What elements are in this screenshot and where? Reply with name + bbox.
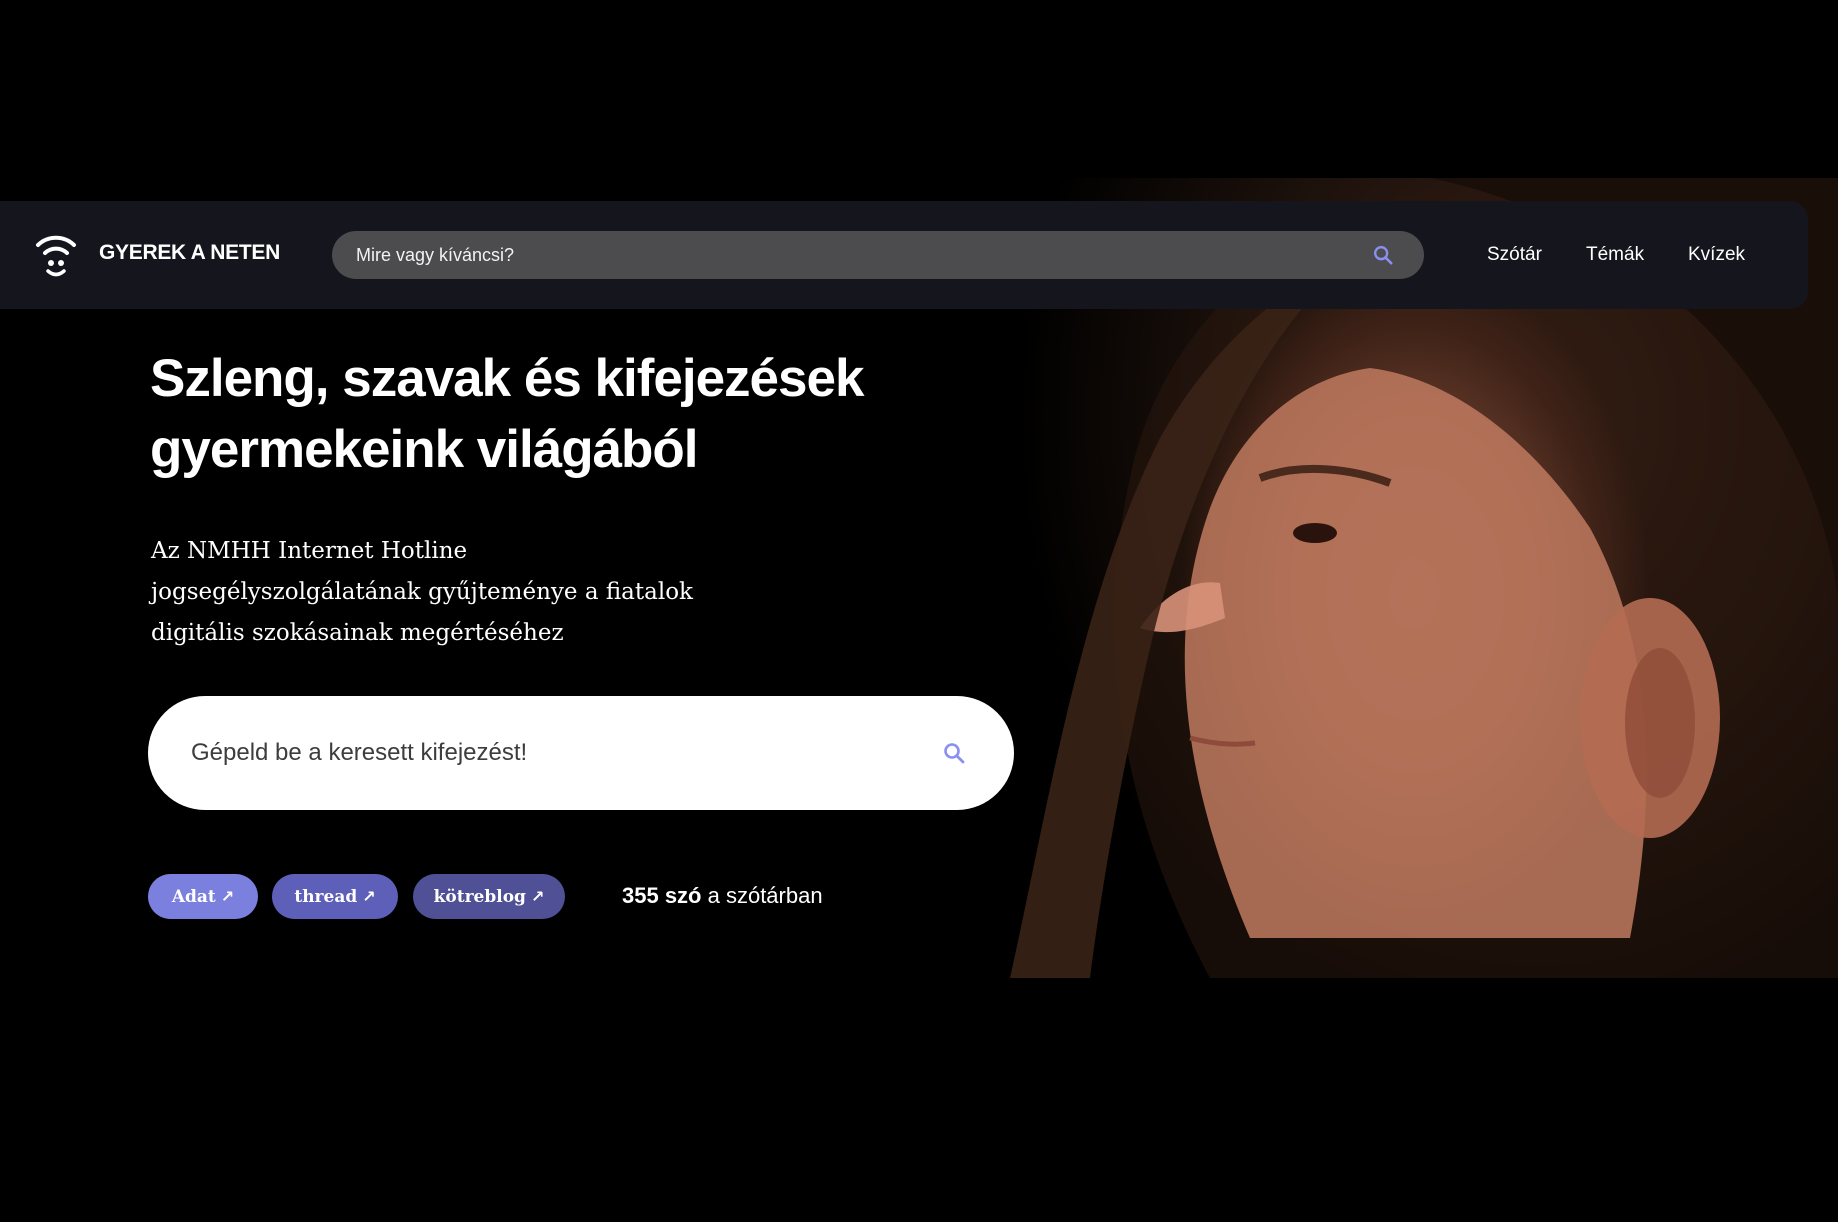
tag-button-kotreblog[interactable]: kötreblog ↗ <box>413 874 565 919</box>
tag-label: thread <box>294 887 358 907</box>
nav-link-temak[interactable]: Témák <box>1586 243 1644 267</box>
logo-text[interactable]: GYEREK A NETEN <box>99 239 280 267</box>
nav-link-szotar[interactable]: Szótár <box>1487 243 1542 267</box>
search-icon[interactable] <box>942 741 966 765</box>
hero-title: Szleng, szavak és kifejezések gyermekein… <box>150 343 910 485</box>
top-navbar: GYEREK A NETEN Szótár Témák Kvízek <box>0 201 1808 309</box>
arrow-up-right-icon: ↗ <box>362 887 376 906</box>
dictionary-search-bar <box>148 696 1014 810</box>
word-count-suffix: a szótárban <box>701 883 823 908</box>
nav-link-kvizek[interactable]: Kvízek <box>1688 243 1745 267</box>
arrow-up-right-icon: ↗ <box>530 887 545 906</box>
tag-button-adat[interactable]: Adat ↗ <box>148 874 258 919</box>
header-search-input[interactable] <box>356 231 1336 279</box>
hero-title-line-1: Szleng, szavak és kifejezések <box>150 349 864 408</box>
hero-description-line-2: jogsegélyszolgálatának gyűjteménye a fia… <box>151 579 693 605</box>
arrow-up-right-icon: ↗ <box>220 887 235 906</box>
word-count-stat: 355 szó a szótárban <box>622 881 823 911</box>
hero-description-line-1: Az NMHH Internet Hotline <box>151 538 468 564</box>
tag-button-thread[interactable]: thread ↗ <box>272 874 398 919</box>
hero-description: Az NMHH Internet Hotline jogsegélyszolgá… <box>151 531 771 654</box>
tag-label: kötreblog <box>433 887 526 907</box>
header-search-bar <box>332 231 1424 279</box>
hero-description-line-3: digitális szokásainak megértéséhez <box>151 620 564 646</box>
dictionary-search-input[interactable] <box>191 696 921 810</box>
word-count-number: 355 szó <box>622 883 702 908</box>
search-icon[interactable] <box>1372 244 1394 266</box>
wifi-smiley-icon[interactable] <box>34 231 78 281</box>
hero-title-line-2: gyermekeink világából <box>150 420 699 479</box>
tag-label: Adat <box>171 887 216 907</box>
